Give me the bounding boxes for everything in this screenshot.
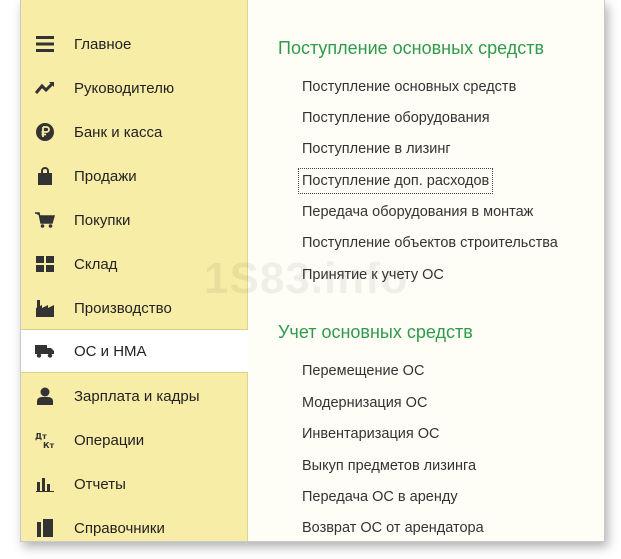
sidebar-item-label: Зарплата и кадры [74,387,200,405]
sidebar-item-sales[interactable]: Продажи [21,154,247,198]
link-receipt-equipment[interactable]: Поступление оборудования [302,107,490,129]
sidebar-item-operations[interactable]: Дт Кт Операции [21,418,247,462]
svg-text:Дт: Дт [35,432,47,441]
sidebar-item-fixed-assets[interactable]: ОС и НМА [21,329,248,373]
link-inventory[interactable]: Инвентаризация ОС [302,423,440,445]
sidebar-item-reports[interactable]: Отчеты [21,462,247,506]
link-transfer-to-rent[interactable]: Передача ОС в аренду [302,486,458,508]
content-panel: 1S83.info Поступление основных средств П… [204,0,604,541]
sidebar-item-label: Главное [74,35,132,53]
sidebar-item-salary[interactable]: Зарплата и кадры [21,374,247,418]
link-receipt-leasing[interactable]: Поступление в лизинг [302,138,451,160]
svg-text:Кт: Кт [43,441,55,449]
trend-chart-icon [34,77,56,99]
sidebar-item-label: Покупки [74,211,131,229]
menu-icon [34,33,56,55]
link-receipt-fixed-assets[interactable]: Поступление основных средств [302,76,516,98]
link-transfer-to-installation[interactable]: Передача оборудования в монтаж [302,201,533,223]
app-window: Главное Руководителю Банк и касса Продаж… [20,0,605,542]
sidebar-item-label: Справочники [74,519,165,537]
sidebar-item-label: Банк и касса [74,123,163,141]
books-icon [34,517,56,539]
debit-credit-icon: Дт Кт [34,429,56,451]
link-accept-for-accounting[interactable]: Принятие к учету ОС [302,264,444,286]
link-return-from-tenant[interactable]: Возврат ОС от арендатора [302,517,484,539]
section-title-accounting: Учет основных средств [278,322,473,342]
sidebar-item-purchases[interactable]: Покупки [21,198,247,242]
sidebar-item-bank[interactable]: Банк и касса [21,110,247,154]
sidebar-item-manager[interactable]: Руководителю [21,66,247,110]
shopping-bag-icon [34,165,56,187]
sidebar-item-label: Склад [74,255,118,273]
sidebar-item-label: ОС и НМА [74,342,147,360]
truck-icon [34,340,56,362]
link-modernization[interactable]: Модернизация ОС [302,392,427,414]
link-leasing-buyout[interactable]: Выкуп предметов лизинга [302,455,476,477]
sidebar-item-label: Руководителю [74,79,175,97]
sidebar-item-label: Продажи [74,167,137,185]
link-receipt-construction[interactable]: Поступление объектов строительства [302,232,558,254]
bar-chart-icon [34,473,56,495]
sidebar-item-label: Производство [74,299,172,317]
sidebar-item-label: Отчеты [74,475,126,493]
sidebar-item-main[interactable]: Главное [21,22,247,66]
ruble-coin-icon [34,121,56,143]
section-title-receipt: Поступление основных средств [278,38,545,58]
sidebar-item-directories[interactable]: Справочники [21,506,247,541]
sidebar-item-label: Операции [74,431,145,449]
link-movement[interactable]: Перемещение ОС [302,360,424,382]
person-icon [34,385,56,407]
warehouse-grid-icon [34,253,56,275]
link-receipt-extra-expenses[interactable]: Поступление доп. расходов [297,168,494,194]
factory-icon [34,297,56,319]
shopping-cart-icon [34,209,56,231]
